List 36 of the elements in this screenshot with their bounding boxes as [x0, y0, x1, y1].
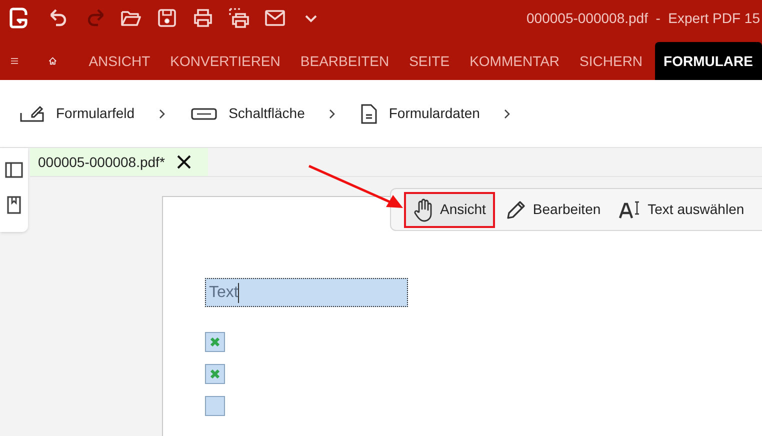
document-icon [360, 104, 377, 124]
menu-tab[interactable]: SICHERN [570, 42, 653, 80]
sidebar-panel-icon[interactable] [5, 162, 23, 178]
bookmark-icon[interactable] [7, 196, 21, 214]
tool-button[interactable]: Bearbeiten [498, 192, 608, 228]
menu-tab[interactable]: ANSICHT [78, 42, 160, 80]
menu-tab[interactable]: KONVERTIEREN [160, 42, 290, 80]
tool-button[interactable]: Ansicht [404, 192, 495, 228]
text-cursor-icon [618, 200, 641, 218]
save-icon[interactable] [156, 7, 178, 29]
mail-icon[interactable] [264, 7, 286, 29]
ribbon-button[interactable]: Formulardaten [360, 103, 480, 124]
ribbon-button[interactable]: Formularfeld [20, 103, 135, 124]
window-title: 000005-000008.pdf - Expert PDF 15 [526, 8, 760, 28]
cross-mark-icon [210, 337, 220, 347]
document-tab[interactable]: 000005-000008.pdf* [30, 148, 208, 176]
tool-button[interactable]: Text auswählen [612, 192, 752, 228]
cross-mark-icon [210, 369, 220, 379]
chevron-right-icon[interactable] [158, 108, 165, 118]
app-logo-icon[interactable] [9, 7, 29, 29]
pen-field-icon [20, 104, 44, 122]
checkbox[interactable] [205, 364, 225, 384]
menu-tab[interactable]: KOMMENTAR [460, 42, 570, 80]
checkbox[interactable] [205, 396, 225, 416]
menu-tab[interactable]: SEITE [399, 42, 460, 80]
chevron-right-icon[interactable] [504, 108, 510, 118]
checkbox[interactable] [205, 332, 225, 352]
ribbon-button[interactable]: Schaltfläche [190, 103, 305, 124]
close-icon[interactable] [176, 155, 191, 169]
chevron-right-icon[interactable] [328, 108, 335, 118]
menu-tab[interactable]: BEARBEITEN [290, 42, 400, 80]
pencil-icon [506, 200, 526, 220]
print-area-icon[interactable] [228, 7, 250, 29]
menu-tab[interactable]: FORMULARE [654, 42, 762, 80]
button-shape-icon [190, 108, 217, 120]
printer-icon[interactable] [192, 7, 214, 29]
